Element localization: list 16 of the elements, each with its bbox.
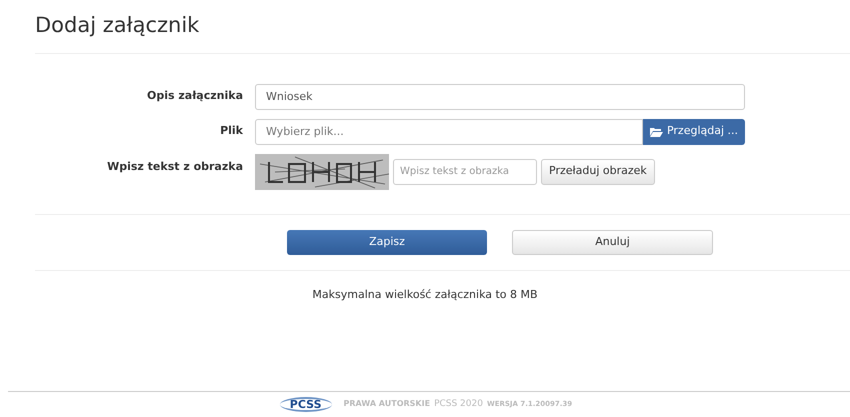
page-title: Dodaj załącznik <box>35 12 200 39</box>
file-path-field[interactable]: Wybierz plik... <box>255 118 643 144</box>
logo: PCSS <box>280 397 332 412</box>
copyright-text: PCSS 2020 <box>434 398 483 411</box>
folder-icon <box>650 126 663 136</box>
reload-image-button[interactable]: Przeładuj obrazek <box>541 158 655 184</box>
cancel-button[interactable]: Anuluj <box>512 230 713 254</box>
field-label: Wpisz tekst z obrazka <box>106 158 243 174</box>
browse-button[interactable]: Przeglądaj ... <box>643 118 745 144</box>
captcha-field[interactable]: Wpisz tekst z obrazka <box>393 158 537 184</box>
input-field[interactable]: Wniosek <box>255 84 745 110</box>
copyright-label: PRAWA AUTORSKIE <box>344 398 430 410</box>
field-label: Plik <box>219 123 243 140</box>
size-limit-note: Maksymalna wielkość załącznika to 8 MB <box>312 286 538 302</box>
field-label: Opis załącznika <box>146 88 243 104</box>
save-button[interactable]: Zapisz <box>287 230 487 254</box>
